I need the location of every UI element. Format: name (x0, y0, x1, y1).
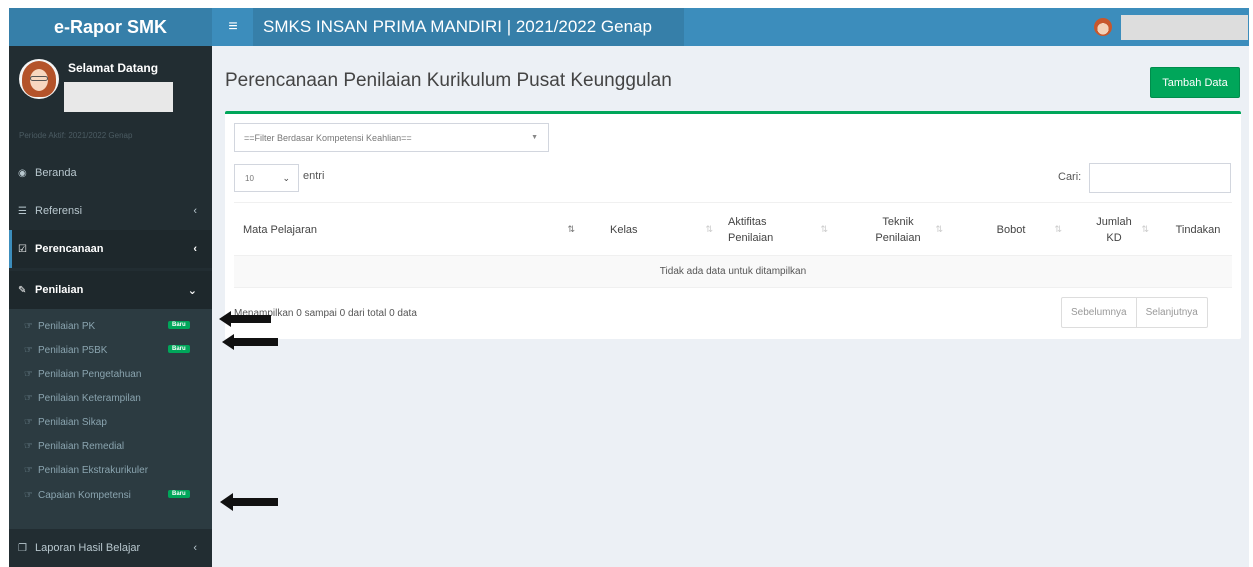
submenu-penilaian-pk[interactable]: ☞ Penilaian PK Baru (9, 314, 212, 338)
annotation-arrow-2 (222, 334, 278, 350)
submenu-label: Penilaian Pengetahuan (37, 368, 142, 380)
user-name-redacted (64, 82, 173, 112)
column-kelas[interactable]: Kelas ⇅ (610, 203, 715, 256)
submenu-penilaian-ekstrakurikuler[interactable]: ☞ Penilaian Ekstrakurikuler (9, 458, 212, 482)
submenu-penilaian-pengetahuan[interactable]: ☞ Penilaian Pengetahuan (9, 362, 212, 386)
hand-pointer-icon: ☞ (24, 440, 33, 452)
submenu-label: Penilaian PK (37, 320, 96, 332)
hand-pointer-icon: ☞ (24, 368, 33, 380)
search-input[interactable] (1089, 163, 1231, 193)
penilaian-submenu: ☞ Penilaian PK Baru ☞ Penilaian P5BK Bar… (9, 309, 212, 529)
annotation-arrow-1 (219, 311, 271, 327)
page-length-select[interactable]: 10 ⌄ (234, 164, 299, 192)
sidebar-item-label: Referensi (35, 205, 83, 217)
column-aktifitas-penilaian[interactable]: Aktifitas Penilaian ⇅ (728, 203, 832, 256)
page-length-value: 10 (245, 173, 254, 183)
hand-pointer-icon: ☞ (24, 489, 33, 501)
chevron-down-icon: ⌄ (282, 172, 290, 183)
welcome-text: Selamat Datang (68, 61, 159, 75)
edit-icon: ✎ (18, 284, 27, 296)
sidebar-item-label: Perencanaan (35, 243, 104, 255)
column-tindakan: Tindakan (1175, 223, 1221, 236)
submenu-capaian-kompetensi[interactable]: ☞ Capaian Kompetensi Baru (9, 483, 212, 507)
sidebar-item-beranda[interactable]: ◉ Beranda (9, 154, 212, 192)
search-label: Cari: (1058, 171, 1082, 183)
competency-filter-select[interactable]: ==Filter Berdasar Kompetensi Keahlian== … (234, 123, 549, 152)
submenu-penilaian-keterampilan[interactable]: ☞ Penilaian Keterampilan (9, 386, 212, 410)
list-icon: ☰ (18, 205, 27, 217)
app-window: e-Rapor SMK ≡ SMKS INSAN PRIMA MANDIRI |… (9, 8, 1249, 567)
sidebar-item-label: Laporan Hasil Belajar (35, 542, 141, 554)
chevron-left-icon: ‹ (193, 542, 197, 554)
active-period: Periode Aktif: 2021/2022 Genap (19, 131, 133, 140)
page-title: Perencanaan Penilaian Kurikulum Pusat Ke… (225, 70, 672, 91)
sidebar-item-perencanaan[interactable]: ☑ Perencanaan ‹ (9, 230, 212, 268)
sort-icon: ⇅ (567, 224, 575, 234)
submenu-penilaian-remedial[interactable]: ☞ Penilaian Remedial (9, 434, 212, 458)
column-teknik-penilaian[interactable]: Teknik Penilaian ⇅ (853, 203, 943, 256)
user-menu-name[interactable] (1121, 15, 1248, 40)
submenu-label: Penilaian Sikap (37, 416, 107, 428)
page-length-suffix: entri (303, 170, 325, 182)
sidebar-item-label: Penilaian (35, 284, 84, 296)
submenu-label: Penilaian Ekstrakurikuler (37, 464, 149, 476)
submenu-penilaian-p5bk[interactable]: ☞ Penilaian P5BK Baru (9, 338, 212, 362)
submenu-label: Penilaian Keterampilan (37, 392, 141, 404)
sidebar-item-label: Beranda (35, 167, 77, 179)
submenu-label: Capaian Kompetensi (37, 489, 131, 501)
chevron-left-icon: ‹ (193, 205, 197, 217)
school-title: SMKS INSAN PRIMA MANDIRI | 2021/2022 Gen… (253, 8, 684, 46)
hand-pointer-icon: ☞ (24, 416, 33, 428)
chevron-down-icon: ⌄ (187, 284, 197, 297)
table-header: Mata Pelajaran ⇅ Kelas ⇅ Aktifitas Penila… (234, 202, 1232, 255)
user-avatar-icon[interactable] (1094, 18, 1112, 36)
sidebar-item-laporan[interactable]: ❐ Laporan Hasil Belajar ‹ (9, 529, 212, 567)
hand-pointer-icon: ☞ (24, 320, 33, 332)
column-jumlah-kd[interactable]: Jumlah KD ⇅ (1079, 203, 1149, 256)
sidebar-item-penilaian[interactable]: ✎ Penilaian ⌄ (9, 271, 212, 309)
avatar (19, 59, 59, 99)
annotation-arrow-3 (220, 493, 278, 511)
sidebar: Selamat Datang Periode Aktif: 2021/2022 … (9, 46, 212, 567)
checkbox-icon: ☑ (18, 243, 27, 255)
sort-icon: ⇅ (820, 224, 828, 234)
sort-icon: ⇅ (935, 224, 943, 234)
column-bobot[interactable]: Bobot ⇅ (956, 203, 1066, 256)
new-badge: Baru (168, 490, 190, 498)
submenu-label: Penilaian P5BK (37, 344, 108, 356)
column-mata-pelajaran[interactable]: Mata Pelajaran ⇅ (243, 203, 583, 256)
filter-placeholder: ==Filter Berdasar Kompetensi Keahlian== (244, 132, 412, 143)
hand-pointer-icon: ☞ (24, 344, 33, 356)
data-table-box: ==Filter Berdasar Kompetensi Keahlian== … (225, 111, 1241, 339)
sort-icon: ⇅ (1054, 224, 1062, 234)
app-logo[interactable]: e-Rapor SMK (9, 8, 212, 46)
sidebar-item-referensi[interactable]: ☰ Referensi ‹ (9, 192, 212, 230)
hand-pointer-icon: ☞ (24, 464, 33, 476)
pagination: Sebelumnya Selanjutnya (1061, 297, 1208, 328)
empty-table-row: Tidak ada data untuk ditampilkan (234, 255, 1232, 288)
sort-icon: ⇅ (1141, 224, 1149, 234)
copy-icon: ❐ (18, 542, 27, 554)
submenu-penilaian-sikap[interactable]: ☞ Penilaian Sikap (9, 410, 212, 434)
user-panel: Selamat Datang (9, 46, 212, 118)
main-content: Perencanaan Penilaian Kurikulum Pusat Ke… (212, 46, 1249, 567)
hamburger-icon[interactable]: ≡ (222, 8, 244, 46)
new-badge: Baru (168, 321, 190, 329)
chevron-left-icon: ‹ (193, 243, 197, 255)
submenu-label: Penilaian Remedial (37, 440, 125, 452)
previous-page-button[interactable]: Sebelumnya (1062, 298, 1136, 327)
top-navbar: ≡ SMKS INSAN PRIMA MANDIRI | 2021/2022 G… (212, 8, 1249, 46)
next-page-button[interactable]: Selanjutnya (1135, 298, 1207, 327)
new-badge: Baru (168, 345, 190, 353)
add-data-button[interactable]: Tambah Data (1150, 67, 1240, 98)
caret-down-icon: ▼ (531, 134, 538, 141)
sort-icon: ⇅ (705, 224, 713, 234)
dashboard-icon: ◉ (18, 167, 27, 179)
hand-pointer-icon: ☞ (24, 392, 33, 404)
